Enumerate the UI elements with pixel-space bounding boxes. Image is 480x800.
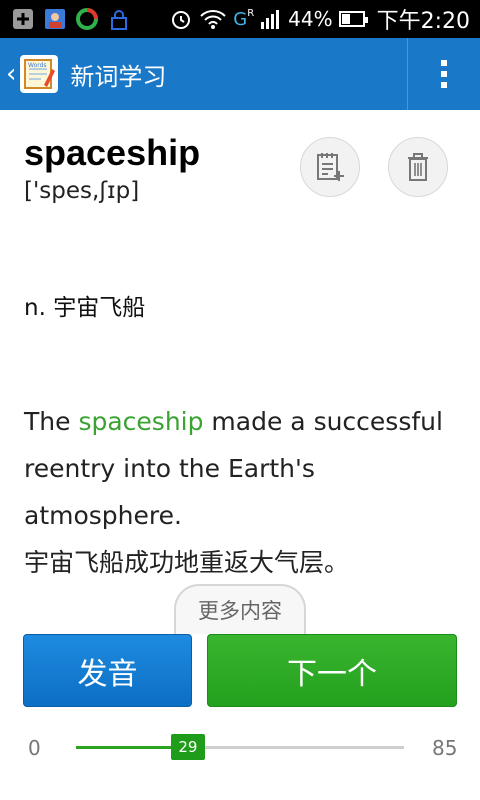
headword: spaceship: [24, 132, 201, 173]
phonetic: ['spes,ʃɪp]: [24, 178, 140, 204]
example-translation: 宇宙飞船成功地重返大气层。: [24, 548, 350, 577]
example-highlight: spaceship: [78, 407, 204, 436]
alarm-icon: [172, 11, 191, 29]
more-vert-icon: [441, 60, 447, 88]
network-type: G: [233, 8, 248, 30]
battery-icon: [338, 11, 368, 27]
notepad-icon: Words: [24, 59, 56, 89]
roaming-indicator: R: [247, 7, 255, 19]
status-bar: G R 44% 下午2:20: [0, 0, 480, 38]
page-title: 新词学习: [70, 62, 167, 91]
delete-button[interactable]: [388, 137, 448, 197]
system-icons: G R 44% 下午2:20: [169, 3, 480, 35]
trash-icon: [408, 153, 428, 181]
next-button[interactable]: 下一个: [207, 634, 457, 707]
chevron-left-icon: ‹: [6, 59, 17, 89]
progress-thumb[interactable]: 29: [170, 734, 205, 760]
lock-icon: [111, 10, 127, 30]
add-to-notebook-button[interactable]: [300, 137, 360, 197]
back-button[interactable]: ‹ Words: [0, 38, 59, 110]
definition: n. 宇宙飞船: [24, 295, 146, 321]
overflow-menu-button[interactable]: [408, 38, 480, 110]
app-bar: ‹ Words 新词学习: [0, 38, 480, 110]
add-icon: [13, 9, 33, 29]
clock: 下午2:20: [376, 9, 470, 34]
signal-icon: [261, 10, 280, 29]
progress-min: 0: [28, 736, 41, 760]
example-text-before: The: [24, 407, 79, 436]
logo-text: Words: [28, 62, 47, 69]
wifi-icon: [200, 10, 226, 29]
add-to-notebook-icon: [317, 153, 344, 181]
progress-track[interactable]: [76, 746, 404, 749]
app-icon: [76, 8, 98, 30]
progress-max: 85: [432, 736, 458, 760]
app-logo: Words: [20, 55, 59, 93]
pronounce-button[interactable]: 发音: [23, 634, 192, 707]
contacts-icon: [45, 9, 65, 29]
more-content-button[interactable]: 更多内容: [174, 584, 306, 634]
example-sentence: The spaceship made a successful reentry …: [24, 398, 464, 586]
notification-icons: [0, 8, 130, 30]
battery-percent: 44%: [288, 7, 333, 31]
